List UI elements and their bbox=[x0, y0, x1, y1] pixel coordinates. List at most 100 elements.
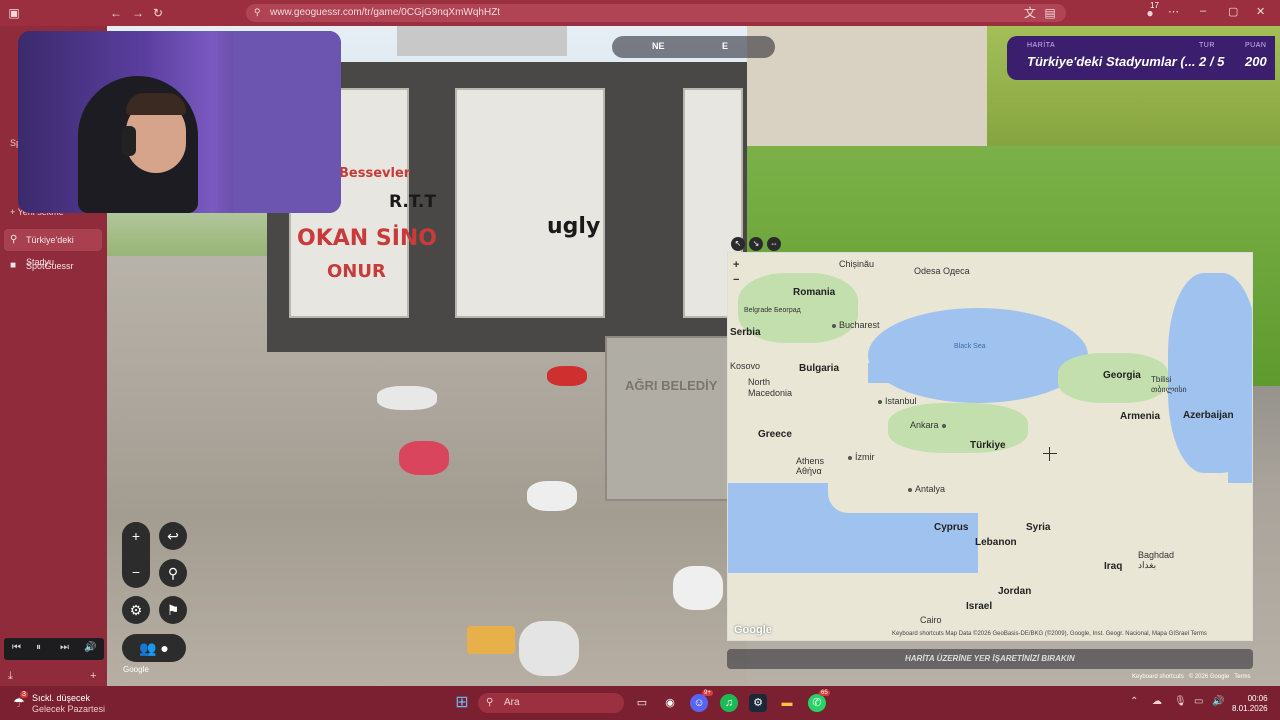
keyboard-shortcuts-link[interactable]: Keyboard shortcuts bbox=[1132, 674, 1184, 680]
map-pin-toggle-icon[interactable]: ⇔ bbox=[767, 237, 781, 251]
sidebar-item-label: SpotGuessr bbox=[26, 261, 74, 271]
system-clock[interactable]: 00:06 8.01.2026 bbox=[1232, 694, 1268, 714]
pause-icon[interactable]: ⏸ bbox=[36, 642, 41, 653]
map-label-kosovo: Kosovo bbox=[730, 361, 761, 371]
return-to-start-button[interactable]: ⚲ bbox=[159, 559, 187, 587]
taskbar-search[interactable]: ⚲ Ara bbox=[478, 693, 624, 713]
windows-start-icon[interactable]: ⊞ bbox=[453, 694, 471, 712]
streetview-google-logo: Google bbox=[123, 665, 149, 674]
cloud-icon[interactable]: ☁ bbox=[1152, 696, 1162, 707]
city-dot bbox=[832, 323, 836, 328]
city-dot bbox=[848, 455, 852, 460]
forward-icon[interactable]: → bbox=[130, 5, 146, 21]
points-key: PUAN bbox=[1245, 42, 1267, 49]
map-label-odesa: Odesa Одеса bbox=[914, 266, 970, 276]
map-label-bucharest: Bucharest bbox=[832, 320, 880, 330]
map-label-antalya: Antalya bbox=[908, 484, 945, 494]
terms-link[interactable]: Terms bbox=[1234, 674, 1250, 680]
map-label-tbilisi: Tbilisi თბილისი bbox=[1151, 375, 1187, 394]
map-pin-icon: ⚲ bbox=[10, 234, 18, 245]
map-label-lebanon: Lebanon bbox=[975, 537, 1017, 548]
file-explorer-icon[interactable]: ▬ bbox=[778, 694, 796, 712]
spotify-icon[interactable]: ♫ bbox=[720, 694, 738, 712]
network-icon[interactable]: ▭ bbox=[1194, 696, 1203, 707]
map-label-ankara: Ankara bbox=[910, 420, 949, 430]
close-icon[interactable]: ✕ bbox=[1256, 5, 1265, 18]
map-label-armenia: Armenia bbox=[1120, 411, 1161, 422]
map-label-serbia: Serbia bbox=[730, 327, 761, 338]
map-label-turkiye: Türkiye bbox=[970, 440, 1006, 451]
notification-badge: 17 bbox=[1150, 1, 1159, 10]
zoom-controls: + − bbox=[122, 522, 150, 588]
undo-move-button[interactable]: ↩ bbox=[159, 522, 187, 550]
microphone-icon[interactable]: 🎙 bbox=[1174, 696, 1187, 707]
weather-title: Sıckl. düşecek bbox=[32, 693, 91, 703]
map-shrink-icon[interactable]: ↘ bbox=[749, 237, 763, 251]
next-track-icon[interactable]: ⏭ bbox=[60, 642, 69, 653]
reader-icon[interactable]: ▤ bbox=[1042, 5, 1058, 21]
menu-icon[interactable]: ⋯ bbox=[1168, 5, 1179, 18]
obs-icon[interactable]: ◉ bbox=[661, 694, 679, 712]
address-bar[interactable]: ⚲ www.geoguessr.com/tr/game/0CGjG9nqXmWq… bbox=[246, 4, 1066, 22]
graffiti-text: R.T.T bbox=[389, 192, 436, 212]
players-button[interactable]: 👥 ● bbox=[122, 634, 186, 662]
map-label-baghdad: Baghdad بغداد bbox=[1138, 550, 1175, 570]
reload-icon[interactable]: ↻ bbox=[150, 5, 166, 21]
map-label-athens: Athens Αθήνα bbox=[796, 456, 825, 476]
discord-icon[interactable]: ☺ bbox=[690, 694, 708, 712]
trash-bag bbox=[673, 566, 723, 610]
add-icon[interactable]: + bbox=[90, 670, 96, 682]
map-expand-icon[interactable]: ↖ bbox=[731, 237, 745, 251]
flag-button[interactable]: ⚑ bbox=[159, 596, 187, 624]
whatsapp-badge: 65 bbox=[819, 690, 830, 696]
minimize-icon[interactable]: – bbox=[1200, 5, 1206, 17]
map-label-romania: Romania bbox=[793, 287, 836, 298]
site-info-icon[interactable]: ⚲ bbox=[254, 7, 261, 18]
sidebar-item-stadiums[interactable]: ⚲ Türkiye'deki Stadyu bbox=[4, 229, 102, 267]
trash-bag bbox=[527, 481, 577, 511]
back-icon[interactable]: ← bbox=[108, 5, 124, 21]
tray-chevron-icon[interactable]: ⌃ bbox=[1130, 696, 1138, 707]
sidebar-item-spotguessr[interactable]: ■ SpotGuessr bbox=[4, 255, 102, 277]
streetview-attribution: Keyboard shortcuts © 2026 Google Terms bbox=[1132, 674, 1251, 680]
volume-icon[interactable]: 🔊 bbox=[84, 642, 96, 653]
webcam-background-door bbox=[233, 31, 341, 213]
zoom-in-button[interactable]: + bbox=[122, 522, 150, 550]
map-label-israel: Israel bbox=[966, 601, 993, 612]
weather-widget[interactable]: Sıckl. düşecek Gelecek Pazartesi bbox=[32, 693, 105, 715]
clock-date: 8.01.2026 bbox=[1232, 704, 1268, 713]
map-size-controls: ↖ ↘ ⇔ bbox=[731, 233, 785, 251]
spotguessr-icon: ■ bbox=[10, 260, 17, 271]
weather-subtitle: Gelecek Pazartesi bbox=[32, 704, 106, 714]
map-label-iraq: Iraq bbox=[1104, 561, 1123, 572]
map-attribution[interactable]: Keyboard shortcuts Map Data ©2026 GeoBas… bbox=[892, 631, 1207, 637]
map-cursor-crosshair bbox=[1043, 447, 1057, 461]
city-dot bbox=[908, 487, 912, 492]
browser-toolbar: ▣ ← → ↻ ⚲ www.geoguessr.com/tr/game/0CGj… bbox=[0, 0, 1280, 26]
map-name: Türkiye'deki Stadyumlar (... bbox=[1027, 54, 1196, 69]
zoom-out-button[interactable]: − bbox=[122, 558, 150, 586]
volume-tray-icon[interactable]: 🔊 bbox=[1212, 696, 1224, 707]
download-icon[interactable]: ⤓ bbox=[8, 670, 13, 683]
sidebar-toggle-icon[interactable]: ▣ bbox=[6, 5, 22, 21]
map-label-cyprus: Cyprus bbox=[934, 522, 969, 533]
translate-icon[interactable]: 文 bbox=[1022, 5, 1038, 21]
map-label-syria: Syria bbox=[1026, 522, 1051, 533]
graffiti-text: ugly bbox=[547, 214, 601, 239]
previous-track-icon[interactable]: ⏮ bbox=[12, 642, 21, 653]
task-view-icon[interactable]: ▭ bbox=[633, 694, 651, 712]
maximize-icon[interactable]: ▢ bbox=[1228, 5, 1238, 18]
map-label-greece: Greece bbox=[758, 429, 792, 440]
place-marker-button[interactable]: HARİTA ÜZERİNE YER İŞARETİNİZİ BIRAKIN bbox=[727, 649, 1253, 669]
map-zoom-in-icon[interactable]: + bbox=[733, 258, 739, 273]
guess-map[interactable]: Chișinău Odesa Одеса Romania Belgrade Бе… bbox=[727, 252, 1253, 641]
house bbox=[747, 26, 1007, 166]
graffiti-text: ONUR bbox=[327, 261, 386, 282]
map-zoom-out-icon[interactable]: − bbox=[733, 273, 739, 288]
search-placeholder: Ara bbox=[504, 697, 520, 708]
whatsapp-icon[interactable]: ✆ bbox=[808, 694, 826, 712]
media-controls: ⏮ ⏸ ⏭ 🔊 bbox=[4, 638, 104, 660]
graffiti-text: Bessevler bbox=[339, 166, 411, 181]
steam-icon[interactable]: ⚙ bbox=[749, 694, 767, 712]
settings-button[interactable]: ⚙ bbox=[122, 596, 150, 624]
